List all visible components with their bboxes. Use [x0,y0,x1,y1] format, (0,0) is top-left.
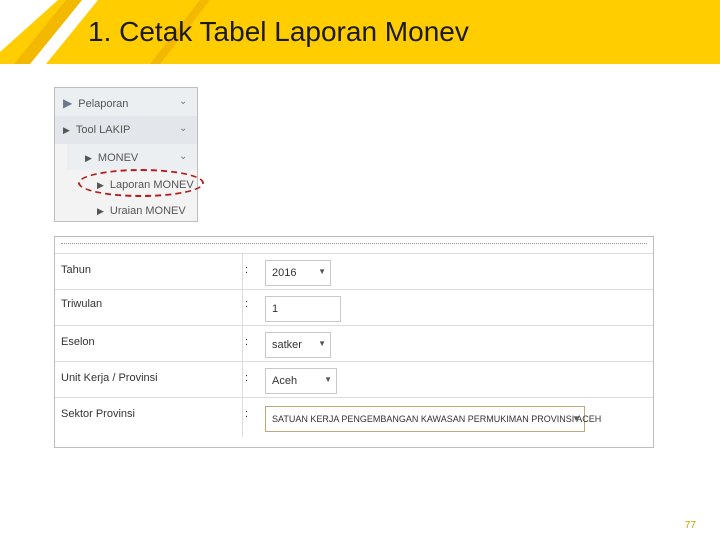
dropdown-caret-icon: ▼ [572,414,580,423]
page-number: 77 [684,520,696,531]
sidebar-menu: ▶ Pelaporan ⌄ ▶ Tool LAKIP ⌄ ▶ MONEV ⌄ ▶ Lap… [54,87,198,222]
tahun-label: Tahun [61,264,91,276]
play-arrow-icon: ▶ [63,96,73,110]
sidebar-item-monev[interactable]: ▶ MONEV [85,152,138,164]
highlight-ellipse [78,169,204,197]
form-row-unit-kerja: Unit Kerja / Provinsi : Aceh ▼ [55,361,653,398]
colon: : [245,372,249,384]
form-row-tahun: Tahun : 2016 ▼ [55,253,653,290]
dropdown-caret-icon: ▼ [318,339,326,348]
form-row-eselon: Eselon : satker ▼ [55,325,653,362]
chevron-down-icon[interactable]: ⌄ [179,123,187,134]
chevron-down-icon[interactable]: ⌄ [179,151,187,162]
unit-kerja-select[interactable]: Aceh ▼ [265,368,337,394]
colon: : [245,408,249,420]
sektor-provinsi-select[interactable]: SATUAN KERJA PENGEMBANGAN KAWASAN PERMUK… [265,406,601,432]
play-arrow-icon: ▶ [97,206,104,216]
triwulan-label: Triwulan [61,298,103,310]
monev-form: Tahun : 2016 ▼ Triwulan : 1 Eselon : sat… [54,236,654,448]
dropdown-caret-icon: ▼ [318,267,326,276]
unit-kerja-label: Unit Kerja / Provinsi [61,372,158,384]
form-top-divider [61,243,647,244]
form-row-sektor-provinsi: Sektor Provinsi : SATUAN KERJA PENGEMBAN… [55,397,653,438]
colon: : [245,298,249,310]
sidebar-item-tool-lakip[interactable]: ▶ Tool LAKIP [63,124,130,136]
dropdown-caret-icon: ▼ [324,375,332,384]
sektor-provinsi-label: Sektor Provinsi [61,408,135,420]
colon: : [245,336,249,348]
play-arrow-icon: ▶ [63,125,70,135]
triwulan-select[interactable]: 1 [265,296,341,322]
eselon-select[interactable]: satker ▼ [265,332,331,358]
chevron-down-icon[interactable]: ⌄ [179,96,187,107]
form-row-triwulan: Triwulan : 1 [55,289,653,326]
slide-title: 1. Cetak Tabel Laporan Monev [88,16,469,47]
tahun-select[interactable]: 2016 ▼ [265,260,331,286]
play-arrow-icon: ▶ [85,153,92,163]
eselon-label: Eselon [61,336,95,348]
colon: : [245,264,249,276]
title-banner: 1. Cetak Tabel Laporan Monev [0,0,720,64]
sidebar-item-uraian-monev[interactable]: ▶ Uraian MONEV [97,205,186,217]
sidebar-item-pelaporan[interactable]: ▶ Pelaporan [63,96,128,110]
